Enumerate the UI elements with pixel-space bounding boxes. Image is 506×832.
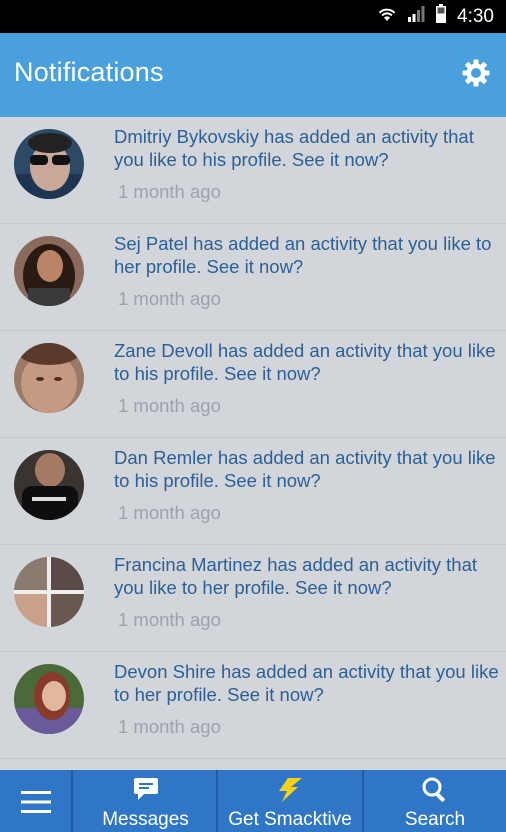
notification-list: Dmitriy Bykovskiy has added an activity … [0,117,506,770]
search-button[interactable]: Search [364,770,506,832]
notification-time: 1 month ago [118,716,221,737]
signal-icon [407,5,425,28]
menu-button[interactable] [0,770,71,832]
notification-item[interactable]: Devon Shire has added an activity that y… [0,652,506,759]
notification-text: Devon Shire has added an activity that y… [114,661,499,705]
messages-label: Messages [102,809,189,830]
lightning-bolt-icon [276,776,304,809]
notification-item[interactable]: Sej Patel has added an activity that you… [0,224,506,331]
settings-button[interactable] [456,55,496,95]
page-title: Notifications [14,57,164,87]
notification-text: Sej Patel has added an activity that you… [114,233,492,277]
notification-text: Dan Remler has added an activity that yo… [114,447,496,491]
avatar[interactable] [14,236,84,306]
notification-item[interactable]: Dan Remler has added an activity that yo… [0,438,506,545]
status-time: 4:30 [457,5,494,27]
notification-item[interactable]: Zane Devoll has added an activity that y… [0,331,506,438]
status-bar: 4:30 [0,0,506,33]
bottom-navigation: Messages Get Smacktive Search [0,770,506,832]
gear-icon [461,58,491,93]
search-icon [421,776,449,809]
wifi-icon [377,5,397,28]
avatar[interactable] [14,557,84,627]
notification-time: 1 month ago [118,609,221,630]
notification-text: Francina Martinez has added an activity … [114,554,477,598]
search-label: Search [404,809,466,830]
messages-button[interactable]: Messages [73,770,218,832]
get-smacktive-label: Get Smacktive [228,809,352,830]
notification-item[interactable]: Francina Martinez has added an activity … [0,545,506,652]
status-icons: 4:30 [377,0,494,33]
avatar[interactable] [14,343,84,413]
notification-time: 1 month ago [118,502,221,523]
avatar[interactable] [14,129,84,199]
notification-time: 1 month ago [118,181,221,202]
hamburger-icon [20,790,51,819]
notification-time: 1 month ago [118,395,221,416]
app-bar: Notifications [0,33,506,117]
notification-text: Zane Devoll has added an activity that y… [114,340,496,384]
avatar[interactable] [14,664,84,734]
get-smacktive-button[interactable]: Get Smacktive [218,770,362,832]
avatar[interactable] [14,450,84,520]
notification-item[interactable]: Dmitriy Bykovskiy has added an activity … [0,117,506,224]
notification-time: 1 month ago [118,288,221,309]
notification-text: Dmitriy Bykovskiy has added an activity … [114,126,474,170]
battery-icon [435,4,447,29]
chat-bubble-icon [133,776,159,807]
